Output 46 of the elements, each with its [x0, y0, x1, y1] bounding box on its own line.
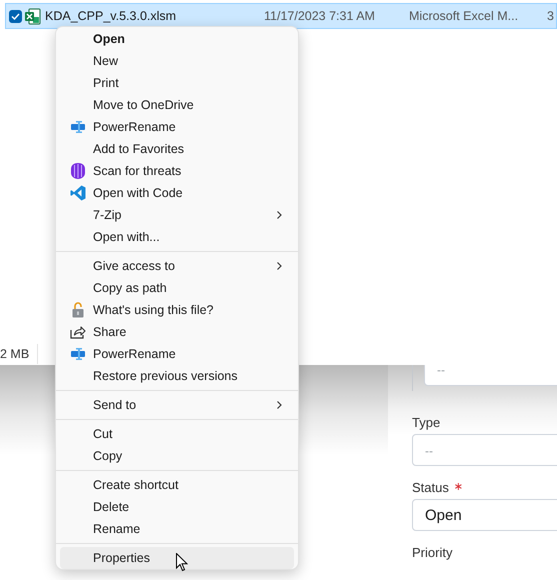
menu-item[interactable]: Open with Code	[60, 182, 294, 204]
input-field[interactable]: --	[412, 434, 557, 466]
chevron-right-icon	[277, 262, 282, 270]
menu-item[interactable]: Send to	[60, 394, 294, 416]
checkbox[interactable]	[9, 10, 22, 22]
menu-item[interactable]: Print	[60, 72, 294, 94]
chevron-right-icon	[277, 211, 282, 219]
menu-item[interactable]: Move to OneDrive	[60, 94, 294, 116]
rename-icon	[70, 348, 84, 360]
menu-item[interactable]: Restore previous versions	[60, 365, 294, 387]
checkmark-icon	[11, 12, 20, 20]
menu-item[interactable]: Copy	[60, 445, 294, 467]
menu-item[interactable]: Give access to	[60, 255, 294, 277]
chevron-right-icon	[277, 401, 282, 409]
menu-item[interactable]: Share	[60, 321, 294, 343]
menu-item[interactable]: Rename	[60, 518, 294, 540]
date-modified: 11/17/2023 7:31 AM	[264, 9, 376, 23]
rename-icon	[70, 121, 84, 133]
menu-item[interactable]: Add to Favorites	[60, 138, 294, 160]
input-field[interactable]: --	[424, 365, 557, 386]
menu-item[interactable]: PowerRename	[60, 343, 294, 365]
padlock-icon	[72, 302, 84, 318]
menu-item[interactable]: Open with...	[60, 226, 294, 248]
file-type: Microsoft Excel M...	[409, 9, 520, 23]
menu-item[interactable]: 7-Zip	[60, 204, 294, 226]
input-field[interactable]: Open	[412, 499, 557, 531]
menu-item[interactable]: Properties	[60, 547, 294, 569]
field-label: Type	[412, 415, 440, 430]
file-size: 3	[547, 9, 554, 23]
menu-item[interactable]: Create shortcut	[60, 474, 294, 496]
menu-item[interactable]: Delete	[60, 496, 294, 518]
file-row[interactable]: KDA_CPP_v.5.3.0.xlsm 11/17/2023 7:31 AM Microsoft Excel M... 3	[5, 3, 557, 29]
menu-item[interactable]: Open	[60, 28, 294, 50]
menu-item[interactable]: New	[60, 50, 294, 72]
menu-item[interactable]: Scan for threats	[60, 160, 294, 182]
selection-size: 2 MB	[0, 347, 30, 361]
menu-item[interactable]: PowerRename	[60, 116, 294, 138]
menu-item[interactable]: Copy as path	[60, 277, 294, 299]
spreadsheet-icon	[24, 8, 41, 24]
file-name: KDA_CPP_v.5.3.0.xlsm	[45, 9, 178, 23]
code-editor-icon	[70, 185, 86, 201]
field-label: Status	[412, 480, 462, 495]
field-label: Priority	[412, 545, 452, 560]
menu-item[interactable]: Cut	[60, 423, 294, 445]
menu-item[interactable]: What's using this file?	[60, 299, 294, 321]
share-icon	[70, 325, 86, 339]
